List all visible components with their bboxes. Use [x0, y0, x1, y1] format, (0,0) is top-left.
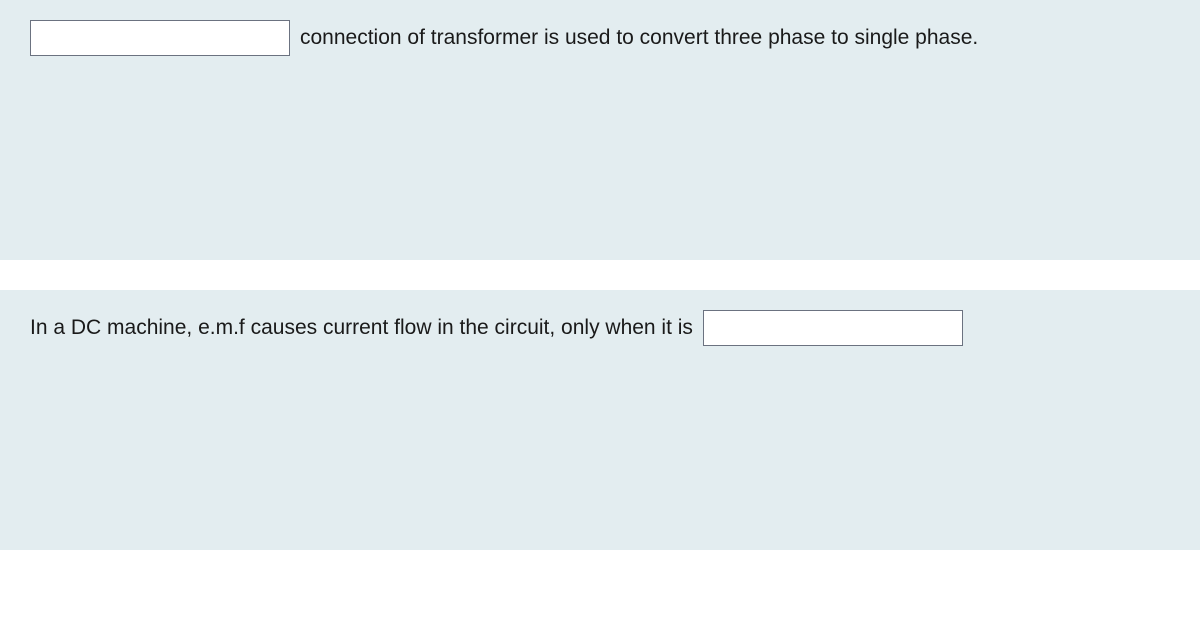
question-content-2: In a DC machine, e.m.f causes current fl…	[30, 310, 1170, 346]
question-block-2: In a DC machine, e.m.f causes current fl…	[0, 290, 1200, 550]
question-content-1: connection of transformer is used to con…	[30, 20, 1170, 56]
answer-input-1[interactable]	[30, 20, 290, 56]
question-text-2: In a DC machine, e.m.f causes current fl…	[30, 313, 693, 342]
question-block-1: connection of transformer is used to con…	[0, 0, 1200, 260]
answer-input-2[interactable]	[703, 310, 963, 346]
question-text-1: connection of transformer is used to con…	[300, 23, 978, 52]
